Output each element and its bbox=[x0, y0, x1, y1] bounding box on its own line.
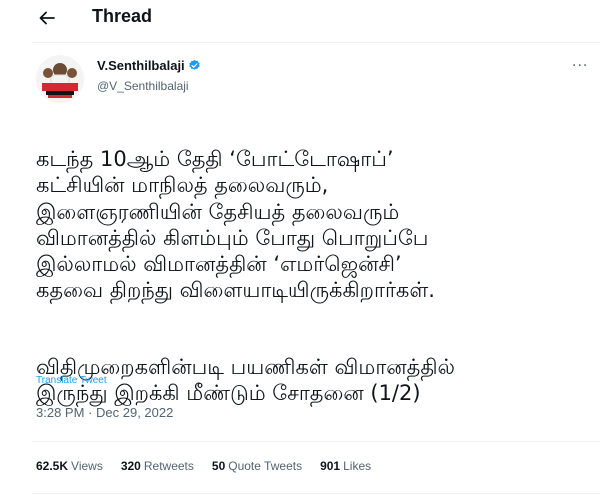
verified-badge-icon bbox=[188, 59, 200, 70]
author-name[interactable]: V.Senthilbalaji bbox=[97, 58, 201, 73]
page-title: Thread bbox=[92, 6, 153, 26]
likes-stat[interactable]: 901 Likes bbox=[320, 459, 371, 473]
quote-tweets-stat[interactable]: 50 Quote Tweets bbox=[212, 459, 302, 473]
translate-tweet-link[interactable]: Translate Tweet bbox=[36, 375, 107, 386]
tweet-date[interactable]: Dec 29, 2022 bbox=[96, 405, 173, 420]
tweet-text: கடந்த 10ஆம் தேதி ‘போட்டோஷாப்’ கட்சியின் … bbox=[36, 120, 596, 432]
tweet-time[interactable]: 3:28 PM bbox=[36, 405, 84, 420]
divider bbox=[32, 42, 600, 43]
tweet-timestamp: 3:28 PM · Dec 29, 2022 bbox=[36, 405, 173, 420]
tweet-paragraph: கடந்த 10ஆம் தேதி ‘போட்டோஷாப்’ கட்சியின் … bbox=[36, 147, 435, 303]
tweet-stats: 62.5K Views 320 Retweets 50 Quote Tweets 90… bbox=[36, 459, 371, 473]
divider bbox=[32, 441, 600, 442]
more-options-icon[interactable]: ··· bbox=[572, 58, 588, 74]
retweets-stat[interactable]: 320 Retweets bbox=[121, 459, 194, 473]
tweet-paragraph: விதிமுறைகளின்படி பயணிகள் விமானத்தில் இரு… bbox=[36, 354, 455, 405]
avatar[interactable] bbox=[36, 55, 84, 103]
back-arrow-icon bbox=[39, 11, 55, 25]
timestamp-separator: · bbox=[88, 405, 93, 420]
thread-header: Thread bbox=[0, 0, 600, 36]
back-button[interactable] bbox=[34, 5, 60, 31]
divider bbox=[32, 493, 600, 494]
views-stat[interactable]: 62.5K Views bbox=[36, 459, 103, 473]
author-handle[interactable]: @V_Senthilbalaji bbox=[97, 79, 189, 93]
